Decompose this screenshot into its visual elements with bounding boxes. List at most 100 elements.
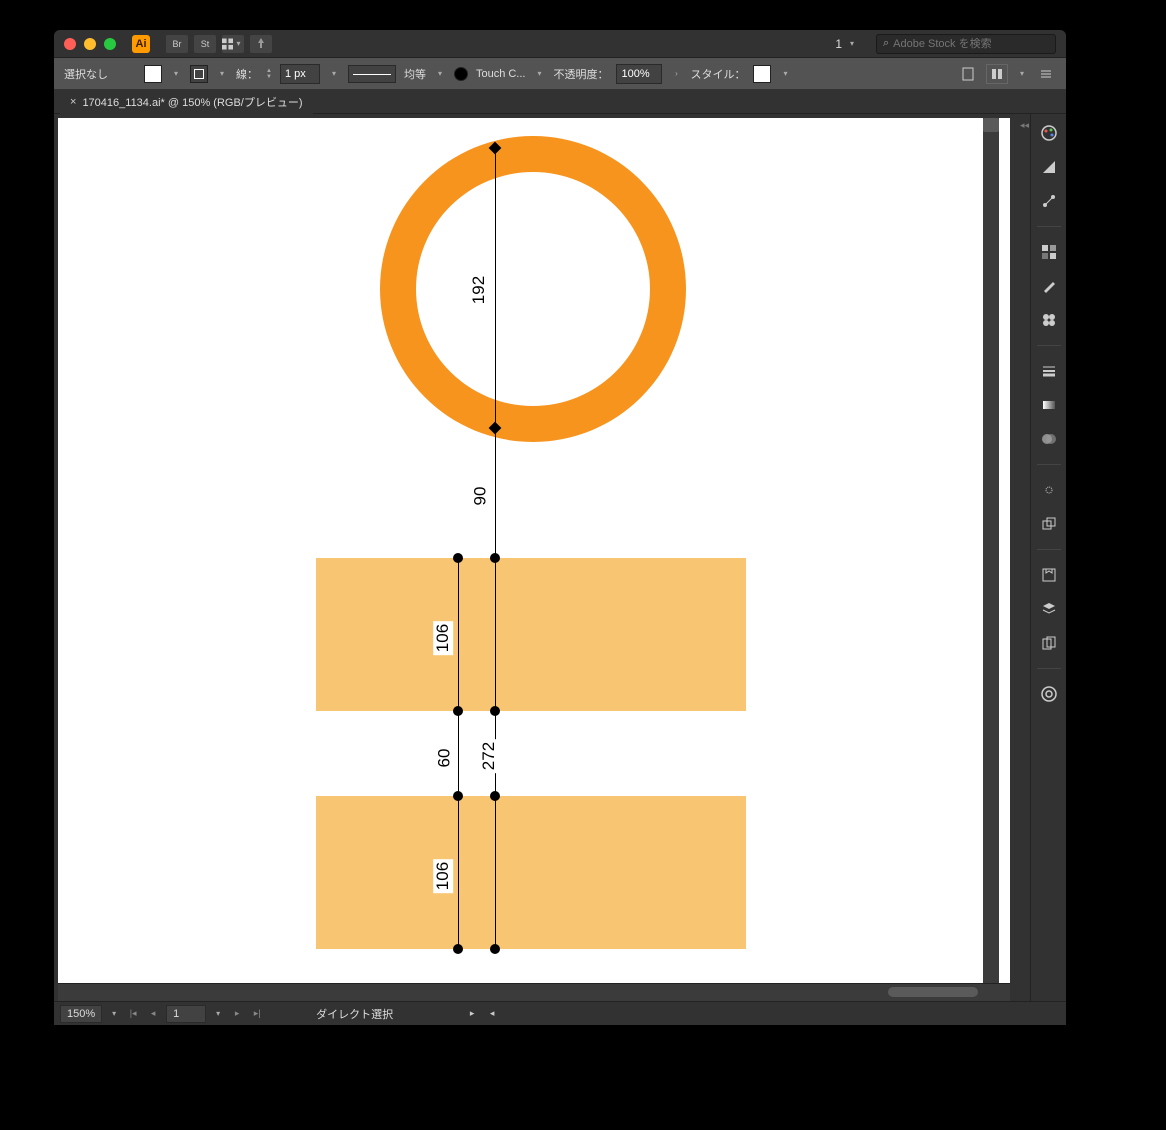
stock-button[interactable]: St bbox=[194, 35, 216, 53]
status-popup-button[interactable]: ▸ bbox=[465, 1007, 479, 1021]
scrollbar-thumb[interactable] bbox=[888, 987, 978, 997]
stroke-label: 線： bbox=[236, 66, 258, 82]
search-icon: ⌕ bbox=[883, 37, 889, 50]
stroke-swatch[interactable] bbox=[190, 65, 208, 83]
status-scroll-left[interactable]: ◂ bbox=[485, 1007, 499, 1021]
window-close-button[interactable] bbox=[64, 38, 76, 50]
sun-icon bbox=[1041, 482, 1057, 498]
canvas-viewport[interactable]: 192 90 272 106 60 106 bbox=[54, 114, 1030, 1001]
window-minimize-button[interactable] bbox=[84, 38, 96, 50]
artboard-number: 1 bbox=[173, 1008, 179, 1020]
cc-button[interactable] bbox=[1038, 683, 1060, 705]
artboard-first-button[interactable]: |◂ bbox=[126, 1007, 140, 1021]
brushes-panel-button[interactable] bbox=[1038, 275, 1060, 297]
brush-dropdown[interactable]: ▾ bbox=[533, 69, 545, 78]
style-swatch[interactable] bbox=[753, 65, 771, 83]
artboard-number-field[interactable]: 1 bbox=[166, 1005, 206, 1023]
measure-line bbox=[458, 558, 459, 949]
rectangle-1[interactable] bbox=[316, 558, 746, 711]
stroke-panel-button[interactable] bbox=[1038, 360, 1060, 382]
stroke-width-input[interactable] bbox=[280, 64, 320, 84]
stroke-profile-preview[interactable] bbox=[348, 65, 396, 83]
status-bar: 150% ▾ |◂ ◂ 1 ▾ ▸ ▸| ダイレクト選択 ▸ ◂ bbox=[54, 1001, 1066, 1025]
style-dropdown[interactable]: ▾ bbox=[779, 69, 791, 78]
color-panel-button[interactable] bbox=[1038, 122, 1060, 144]
symbols-panel-button[interactable] bbox=[1038, 309, 1060, 331]
horizontal-scrollbar-strip bbox=[58, 983, 1010, 1001]
opacity-link[interactable]: › bbox=[670, 69, 682, 78]
panel-menu-button[interactable] bbox=[1036, 64, 1056, 84]
artboard-prev-button[interactable]: ◂ bbox=[146, 1007, 160, 1021]
swatches-panel-button[interactable] bbox=[1038, 241, 1060, 263]
chevron-down-icon: ▾ bbox=[233, 39, 244, 48]
artboard-next-button[interactable]: ▸ bbox=[230, 1007, 244, 1021]
zoom-field[interactable]: 150% bbox=[60, 1005, 102, 1023]
libraries-button[interactable] bbox=[1038, 564, 1060, 586]
ring-shape[interactable] bbox=[380, 136, 686, 442]
measure-label: 272 bbox=[479, 739, 499, 773]
artboard[interactable]: 192 90 272 106 60 106 bbox=[58, 118, 1010, 988]
rectangle-2[interactable] bbox=[316, 796, 746, 949]
measure-anchor bbox=[453, 553, 463, 563]
workspace-switcher[interactable]: 1 ▾ bbox=[825, 35, 868, 53]
rocket-icon bbox=[254, 37, 268, 51]
artboards-button[interactable] bbox=[1038, 632, 1060, 654]
measure-anchor bbox=[453, 791, 463, 801]
right-dock bbox=[1030, 114, 1066, 1001]
stroke-dropdown[interactable]: ▾ bbox=[216, 69, 228, 78]
graphic-styles-button[interactable] bbox=[1038, 513, 1060, 535]
brush-preview[interactable] bbox=[454, 67, 468, 81]
window-maximize-button[interactable] bbox=[104, 38, 116, 50]
gpu-preview-button[interactable] bbox=[250, 35, 272, 53]
transparency-panel-button[interactable] bbox=[1038, 428, 1060, 450]
stroke-profile-dropdown[interactable]: ▾ bbox=[434, 69, 446, 78]
menu-icon bbox=[1039, 67, 1053, 81]
stroke-width-dropdown[interactable]: ▾ bbox=[328, 69, 340, 78]
layers-icon bbox=[1041, 601, 1057, 617]
zoom-dropdown[interactable]: ▾ bbox=[108, 1009, 120, 1018]
document-tab[interactable]: × 170416_1134.ai* @ 150% (RGB/プレビュー) bbox=[60, 90, 313, 114]
opacity-label: 不透明度： bbox=[553, 66, 608, 82]
stroke-width-stepper[interactable]: ▲▼ bbox=[266, 68, 272, 80]
opacity-input[interactable] bbox=[616, 64, 662, 84]
artboards-icon bbox=[1041, 635, 1057, 651]
preferences-button[interactable] bbox=[986, 64, 1008, 84]
layers-button[interactable] bbox=[1038, 598, 1060, 620]
bridge-button[interactable]: Br bbox=[166, 35, 188, 53]
measure-label: 106 bbox=[433, 621, 453, 655]
zoom-value: 150% bbox=[67, 1008, 95, 1020]
vertical-scrollbar[interactable] bbox=[983, 118, 999, 988]
path-icon bbox=[1041, 193, 1057, 209]
transparency-icon bbox=[1041, 431, 1057, 447]
stock-search[interactable]: ⌕ bbox=[876, 34, 1056, 54]
gradient-panel-button[interactable] bbox=[1038, 394, 1060, 416]
measure-label: 90 bbox=[470, 484, 490, 509]
measure-anchor bbox=[490, 706, 500, 716]
scrollbar-thumb[interactable] bbox=[983, 118, 999, 132]
color-guide-button[interactable] bbox=[1038, 156, 1060, 178]
document-tab-title: 170416_1134.ai* @ 150% (RGB/プレビュー) bbox=[82, 94, 302, 110]
library-icon bbox=[1041, 567, 1057, 583]
artboard-dropdown[interactable]: ▾ bbox=[212, 1009, 224, 1018]
path-panel-button[interactable] bbox=[1038, 190, 1060, 212]
triangle-icon bbox=[1041, 159, 1057, 175]
measure-line bbox=[495, 428, 496, 558]
arrange-documents-button[interactable]: ▾ bbox=[222, 35, 244, 53]
stroke-profile-label: 均等 bbox=[404, 66, 426, 82]
appearance-panel-button[interactable] bbox=[1038, 479, 1060, 501]
titlebar: Ai Br St ▾ 1 ▾ ⌕ bbox=[54, 30, 1066, 58]
fill-dropdown[interactable]: ▾ bbox=[170, 69, 182, 78]
main-area: 192 90 272 106 60 106 bbox=[54, 114, 1066, 1001]
brush-label: Touch C... bbox=[476, 68, 526, 80]
stock-search-input[interactable] bbox=[893, 38, 1049, 50]
workspace-label: 1 bbox=[835, 37, 842, 51]
selection-status: 選択なし bbox=[64, 66, 108, 82]
current-tool-label: ダイレクト選択 bbox=[316, 1006, 393, 1022]
tab-close-button[interactable]: × bbox=[70, 96, 76, 108]
dock-collapse-handle[interactable]: ◂◂ bbox=[1020, 120, 1030, 130]
pref-dropdown[interactable]: ▾ bbox=[1016, 69, 1028, 78]
measure-label: 60 bbox=[434, 746, 454, 771]
fill-swatch[interactable] bbox=[144, 65, 162, 83]
doc-setup-button[interactable] bbox=[958, 64, 978, 84]
artboard-last-button[interactable]: ▸| bbox=[250, 1007, 264, 1021]
